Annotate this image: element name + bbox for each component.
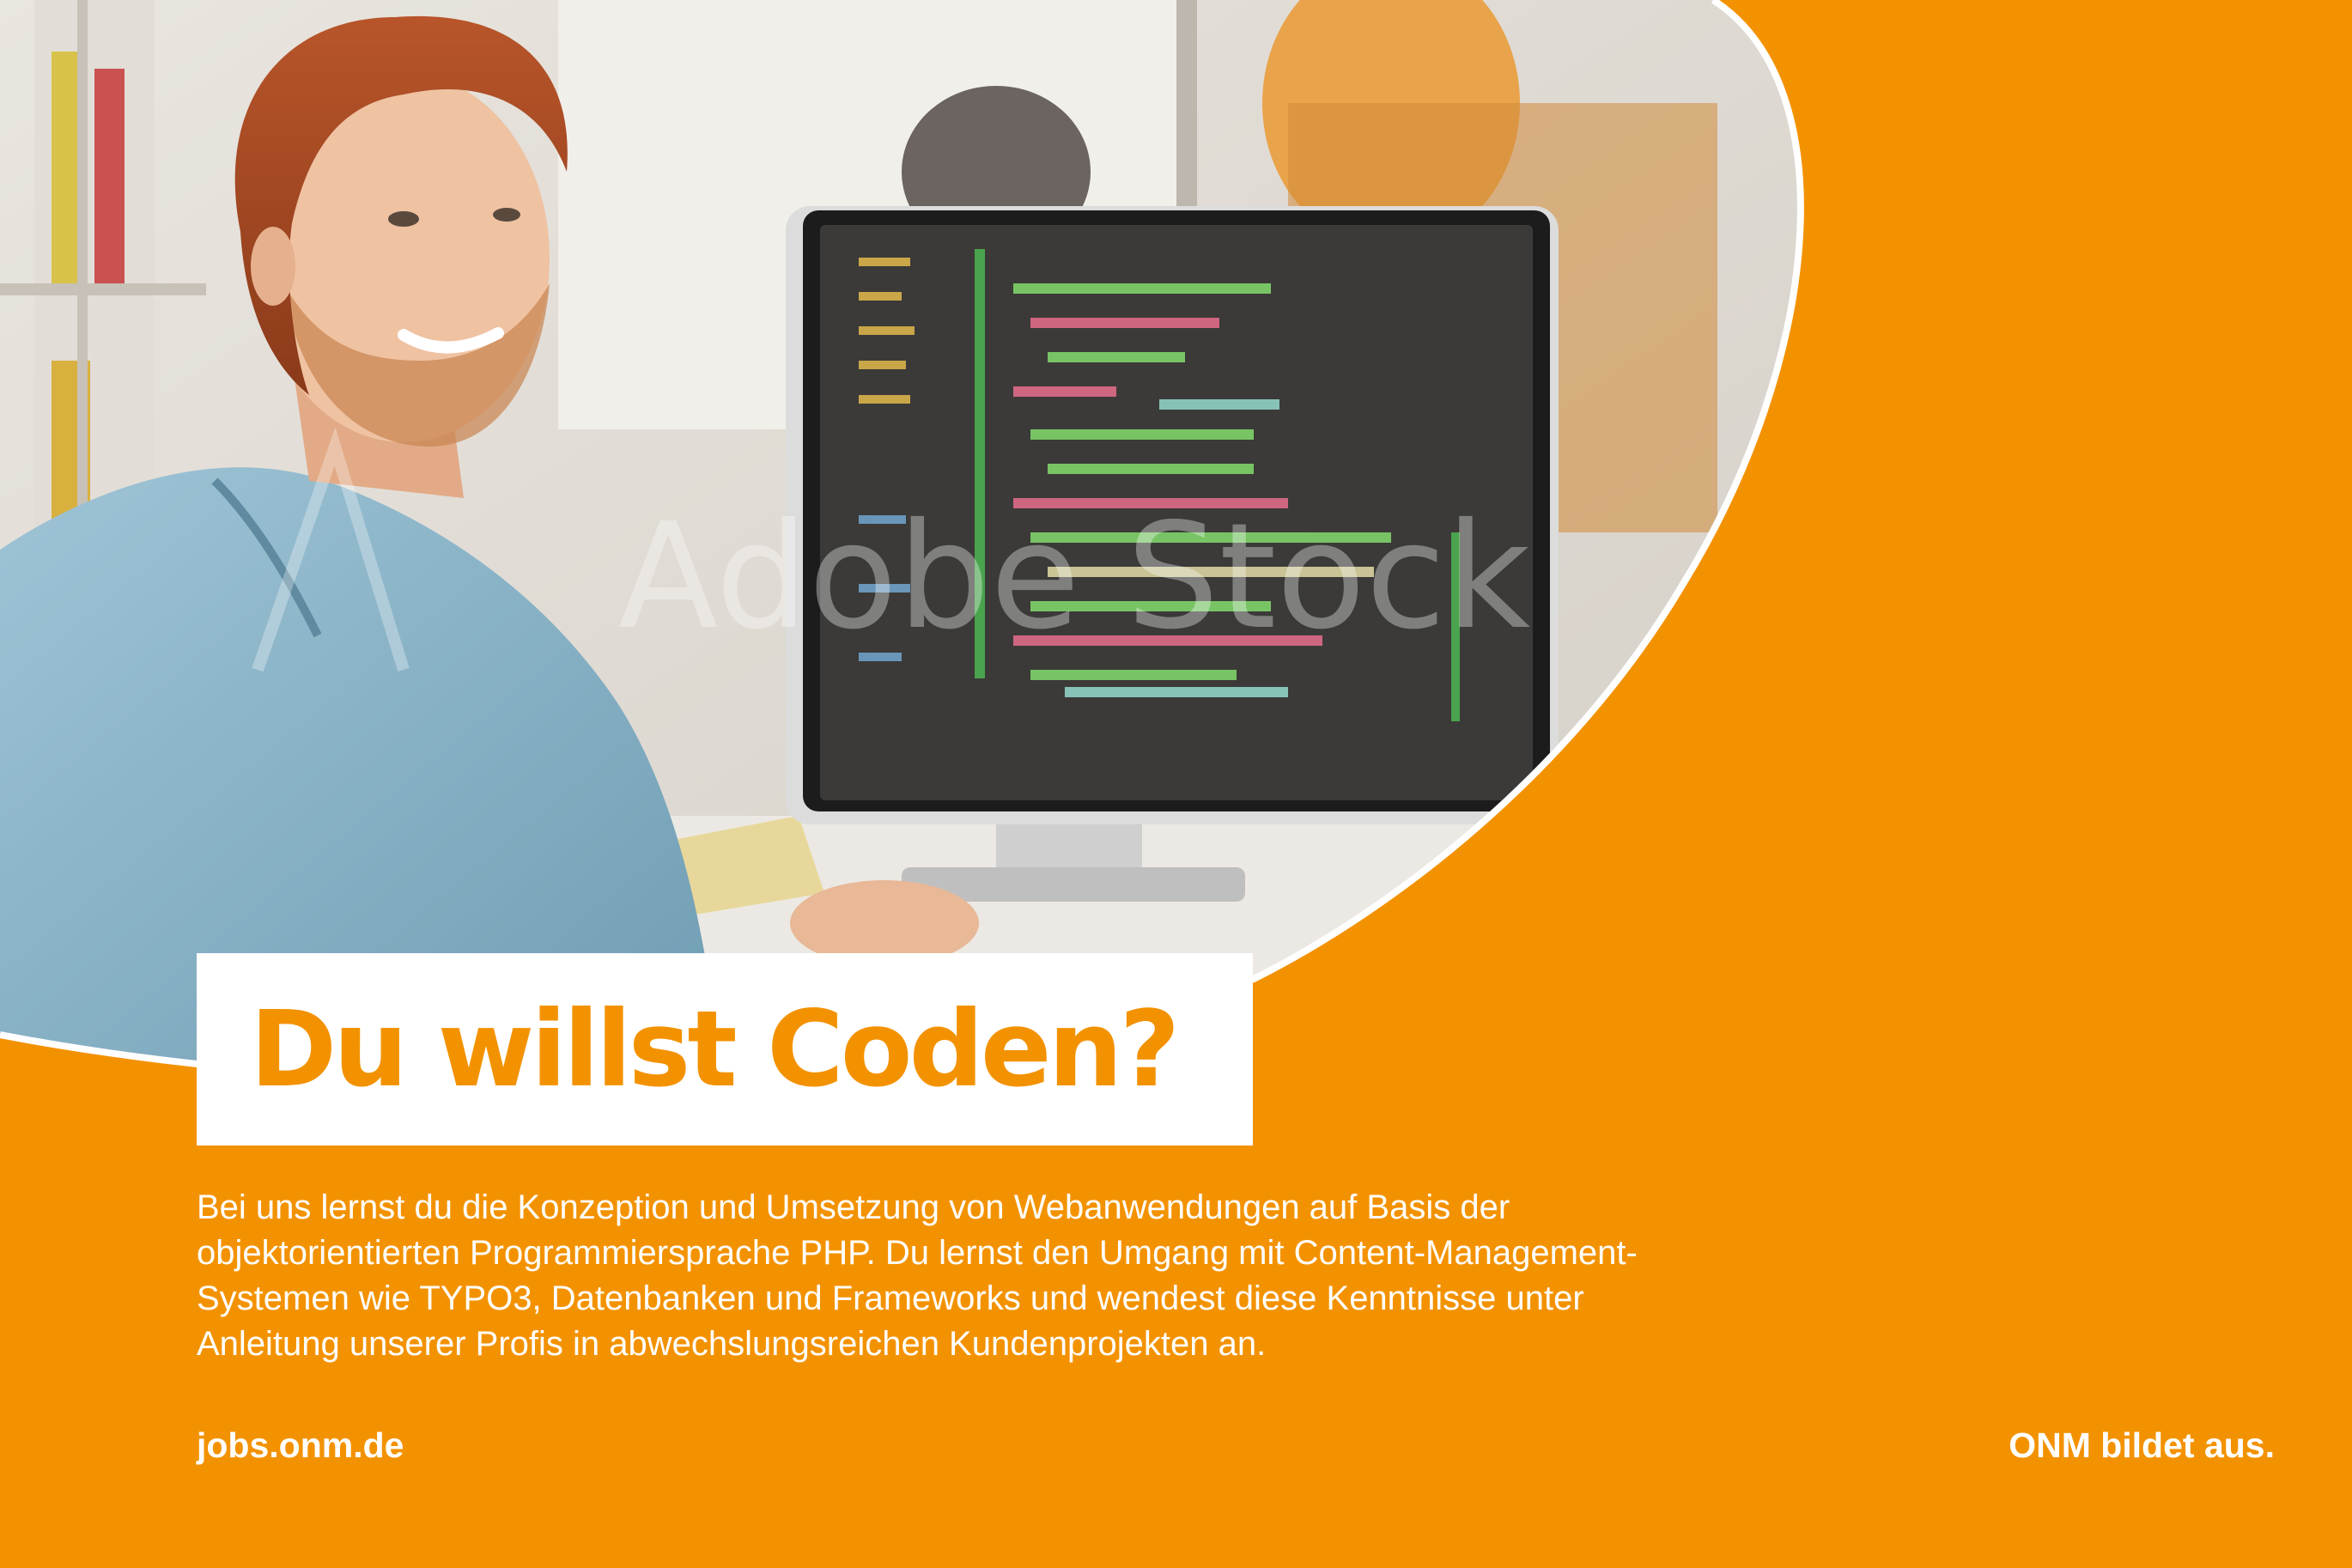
svg-text:Adobe Stock: Adobe Stock bbox=[618, 492, 1530, 662]
headline: Du willst Coden? bbox=[250, 988, 1180, 1110]
body-line: Anleitung unserer Profis in abwechslungs… bbox=[197, 1325, 1267, 1363]
body-line: objektorientierten Programmiersprache PH… bbox=[197, 1234, 1638, 1272]
jobs-url-link[interactable]: jobs.onm.de bbox=[197, 1425, 404, 1466]
body-line: Bei uns lernst du die Konzeption und Ums… bbox=[197, 1188, 1510, 1226]
body-line: Systemen wie TYPO3, Datenbanken und Fram… bbox=[197, 1279, 1584, 1317]
body-text: Bei uns lernst du die Konzeption und Ums… bbox=[197, 1185, 1828, 1367]
slogan: ONM bildet aus. bbox=[2009, 1425, 2275, 1465]
headline-box: Du willst Coden? bbox=[197, 953, 1253, 1146]
